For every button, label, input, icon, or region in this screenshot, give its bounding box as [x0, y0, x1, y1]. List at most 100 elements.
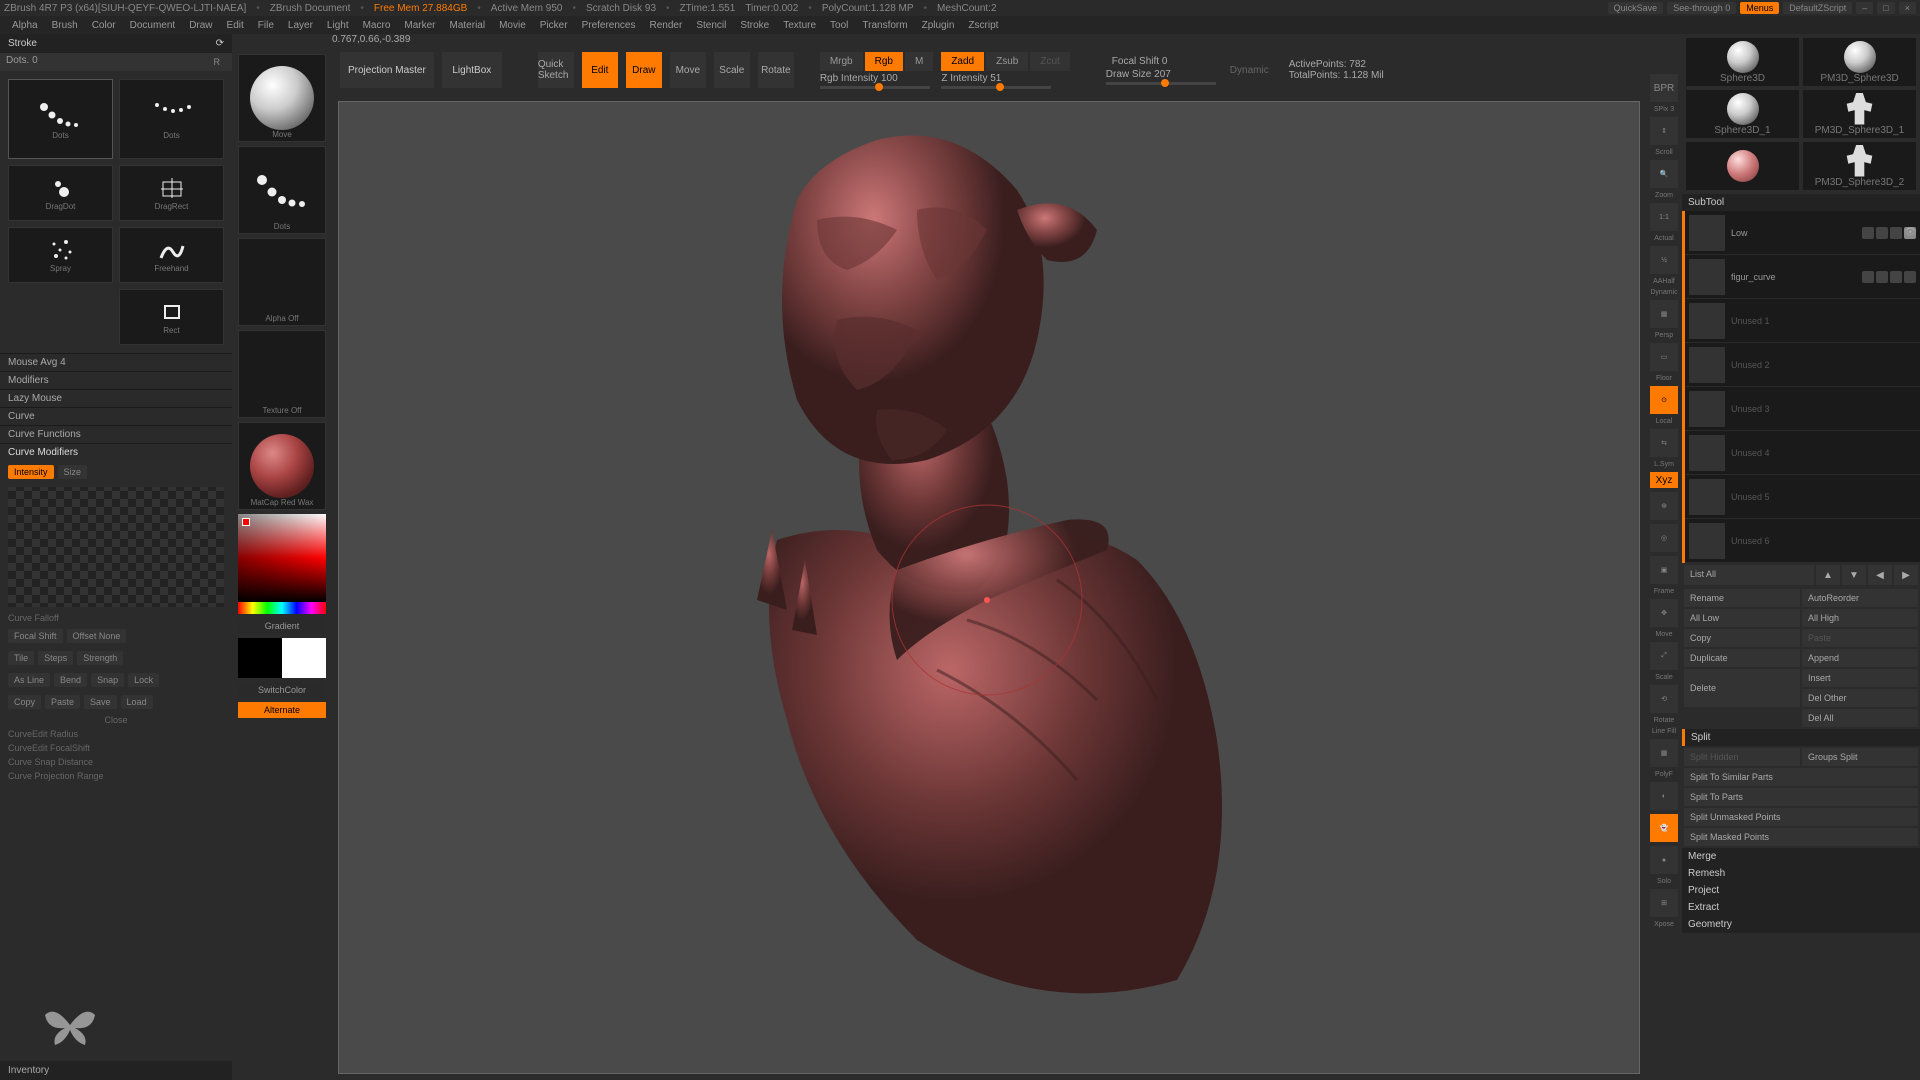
curveedit-radius[interactable]: CurveEdit Radius	[0, 727, 232, 741]
tool-thumb-4[interactable]	[1686, 142, 1799, 190]
listall-button[interactable]: List All	[1684, 565, 1814, 585]
scale-button[interactable]: Scale	[714, 52, 750, 88]
menu-zscript[interactable]: Zscript	[962, 18, 1004, 33]
menu-render[interactable]: Render	[644, 18, 689, 33]
zcut-button[interactable]: Zcut	[1030, 52, 1069, 71]
stroke-r-button[interactable]: R	[208, 55, 227, 69]
size-toggle[interactable]: Size	[58, 465, 88, 479]
remesh-header[interactable]: Remesh	[1682, 865, 1920, 882]
stroke-type-freehand[interactable]: Freehand	[119, 227, 224, 283]
gradient-btn[interactable]: Gradient	[238, 618, 326, 634]
color-swatches[interactable]	[238, 638, 326, 678]
menu-stencil[interactable]: Stencil	[690, 18, 732, 33]
zoom-button[interactable]: 🔍	[1650, 160, 1678, 188]
asline-btn[interactable]: As Line	[8, 673, 50, 687]
edit-button[interactable]: Edit	[582, 52, 618, 88]
move-out-button[interactable]: ▶	[1894, 565, 1918, 585]
quicksave-button[interactable]: QuickSave	[1608, 2, 1664, 14]
move-down-button[interactable]: ▼	[1842, 565, 1866, 585]
xform-rotate-button[interactable]: ⟲	[1650, 685, 1678, 713]
splitmasked-button[interactable]: Split Masked Points	[1684, 828, 1918, 846]
texture-slot[interactable]: Texture Off	[238, 330, 326, 418]
brush-slot[interactable]: Move	[238, 54, 326, 142]
menu-document[interactable]: Document	[124, 18, 182, 33]
local-button[interactable]: ⊙	[1650, 386, 1678, 414]
aahalf-button[interactable]: ½	[1650, 246, 1678, 274]
focal-shift-btn[interactable]: Focal Shift	[8, 629, 63, 643]
subtool-item-3[interactable]: Unused 2	[1685, 343, 1920, 387]
tool-thumb-1[interactable]: PM3D_Sphere3D	[1803, 38, 1916, 86]
copy-btn[interactable]: Copy	[8, 695, 41, 709]
persp-button[interactable]: ▦	[1650, 300, 1678, 328]
alllow-button[interactable]: All Low	[1684, 609, 1800, 627]
draw-size-slider[interactable]: Draw Size 207	[1106, 69, 1216, 85]
defaultscript-button[interactable]: DefaultZScript	[1783, 2, 1852, 14]
stroke-slot[interactable]: Dots	[238, 146, 326, 234]
subtool-item-6[interactable]: Unused 5	[1685, 475, 1920, 519]
frame-button[interactable]: ▣	[1650, 556, 1678, 584]
color-picker[interactable]	[238, 514, 326, 602]
subtool-header[interactable]: SubTool	[1682, 194, 1920, 211]
xform-scale-button[interactable]: ⤢	[1650, 642, 1678, 670]
paste-btn[interactable]: Paste	[45, 695, 80, 709]
hue-bar[interactable]	[238, 602, 326, 614]
curveedit-focalshift[interactable]: CurveEdit FocalShift	[0, 741, 232, 755]
menu-draw[interactable]: Draw	[183, 18, 218, 33]
seethrough-slider[interactable]: See-through 0	[1667, 2, 1736, 14]
save-btn[interactable]: Save	[84, 695, 117, 709]
menu-picker[interactable]: Picker	[534, 18, 574, 33]
menus-toggle[interactable]: Menus	[1740, 2, 1779, 14]
tile-btn[interactable]: Tile	[8, 651, 34, 665]
draw-button[interactable]: Draw	[626, 52, 662, 88]
subtool-item-5[interactable]: Unused 4	[1685, 431, 1920, 475]
lazy-mouse-section[interactable]: Lazy Mouse	[0, 389, 232, 407]
snap-btn[interactable]: Snap	[91, 673, 124, 687]
z-intensity-slider[interactable]: Z Intensity 51	[941, 73, 1069, 89]
paste-subtool-button[interactable]: Paste	[1802, 629, 1918, 647]
move-button[interactable]: Move	[670, 52, 706, 88]
stroke-type-spray[interactable]: Spray	[8, 227, 113, 283]
material-slot[interactable]: MatCap Red Wax	[238, 422, 326, 510]
quicksketch-button[interactable]: Quick Sketch	[538, 52, 574, 88]
subtool-item-4[interactable]: Unused 3	[1685, 387, 1920, 431]
subtool-item-2[interactable]: Unused 1	[1685, 299, 1920, 343]
menu-color[interactable]: Color	[86, 18, 122, 33]
splithidden-button[interactable]: Split Hidden	[1684, 748, 1800, 766]
zsub-button[interactable]: Zsub	[986, 52, 1028, 71]
delother-button[interactable]: Del Other	[1802, 689, 1918, 707]
duplicate-button[interactable]: Duplicate	[1684, 649, 1800, 667]
menu-light[interactable]: Light	[321, 18, 355, 33]
menu-marker[interactable]: Marker	[398, 18, 441, 33]
menu-edit[interactable]: Edit	[221, 18, 250, 33]
stroke-type-dragdot[interactable]: DragDot	[8, 165, 113, 221]
xpose-button[interactable]: ⊞	[1650, 889, 1678, 917]
actual-button[interactable]: 1:1	[1650, 203, 1678, 231]
alpha-slot[interactable]: Alpha Off	[238, 238, 326, 326]
m-button[interactable]: M	[905, 52, 933, 71]
stroke-type-dots2[interactable]: Dots	[119, 79, 224, 159]
strength-btn[interactable]: Strength	[77, 651, 123, 665]
rotate-button[interactable]: Rotate	[758, 52, 794, 88]
viewport[interactable]	[338, 101, 1640, 1074]
focal-shift-slider[interactable]: Focal Shift 0	[1106, 56, 1216, 67]
center-button[interactable]: ⊕	[1650, 492, 1678, 520]
copy-subtool-button[interactable]: Copy	[1684, 629, 1800, 647]
merge-header[interactable]: Merge	[1682, 848, 1920, 865]
autoreorder-button[interactable]: AutoReorder	[1802, 589, 1918, 607]
spix-label[interactable]: SPix 3	[1654, 106, 1674, 113]
polyf-button[interactable]: ▦	[1650, 739, 1678, 767]
tool-thumb-0[interactable]: Sphere3D	[1686, 38, 1799, 86]
solo-button[interactable]: ●	[1650, 846, 1678, 874]
menu-transform[interactable]: Transform	[856, 18, 913, 33]
allhigh-button[interactable]: All High	[1802, 609, 1918, 627]
lightbox-button[interactable]: LightBox	[442, 52, 502, 88]
mrgb-button[interactable]: Mrgb	[820, 52, 863, 71]
geometry-header[interactable]: Geometry	[1682, 916, 1920, 933]
stroke-type-rect[interactable]: Rect	[119, 289, 224, 345]
menu-stroke[interactable]: Stroke	[734, 18, 775, 33]
curve-falloff-graph[interactable]	[8, 487, 224, 607]
menu-tool[interactable]: Tool	[824, 18, 854, 33]
splitparts-button[interactable]: Split To Parts	[1684, 788, 1918, 806]
move-up-button[interactable]: ▲	[1816, 565, 1840, 585]
ghost-button[interactable]: 👻	[1650, 814, 1678, 842]
